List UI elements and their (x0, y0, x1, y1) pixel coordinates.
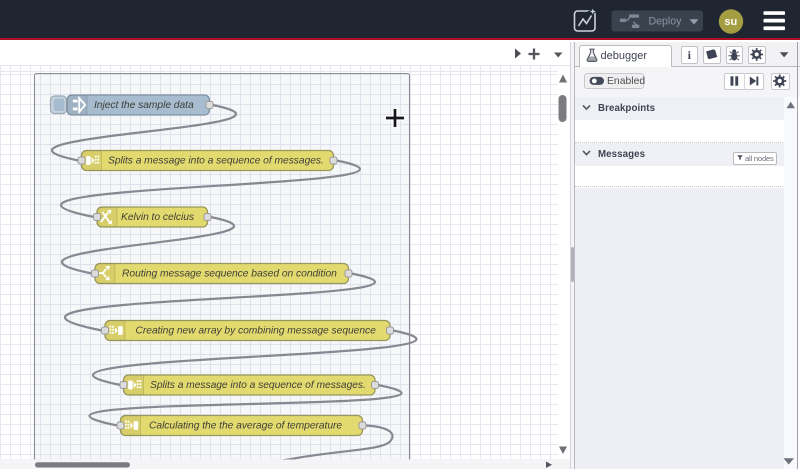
svg-text:Routing message sequence based: Routing message sequence based on condit… (122, 269, 337, 280)
svg-text:Creating new array by combinin: Creating new array by combining message … (136, 326, 377, 337)
svg-text:Inject the sample data: Inject the sample data (94, 100, 194, 111)
svg-text:su: su (724, 16, 737, 28)
svg-text:Calculating the the average of: Calculating the the average of temperatu… (149, 421, 342, 432)
svg-text:Splits a message into a sequen: Splits a message into a sequence of mess… (150, 380, 366, 391)
svg-text:Kelvin to celcius: Kelvin to celcius (121, 212, 194, 223)
svg-text:i: i (688, 48, 692, 62)
svg-text:Splits a message into a sequen: Splits a message into a sequence of mess… (108, 156, 324, 167)
svg-text:Deploy: Deploy (649, 15, 683, 27)
